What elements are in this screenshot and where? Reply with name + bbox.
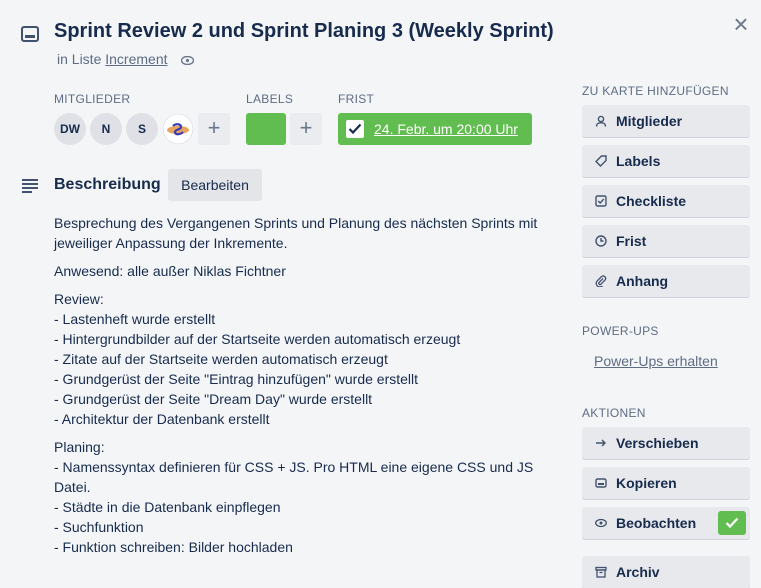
members-button[interactable]: Mitglieder	[582, 105, 750, 137]
list-breadcrumb: in Liste Increment	[57, 51, 195, 68]
description-body[interactable]: Besprechung des Vergangenen Sprints und …	[54, 213, 554, 565]
members-heading: Mitglieder	[54, 92, 131, 106]
due-date-button[interactable]: Frist	[582, 225, 750, 257]
card-title[interactable]: Sprint Review 2 und Sprint Planing 3 (We…	[54, 20, 554, 43]
labels-button[interactable]: Labels	[582, 145, 750, 177]
due-heading: Frist	[338, 92, 375, 106]
checklist-button[interactable]: Checkliste	[582, 185, 750, 217]
labels-heading: Labels	[246, 92, 294, 106]
description-paragraph: Review: - Lastenheft wurde erstellt - Hi…	[54, 291, 461, 427]
archive-button[interactable]: Archiv	[582, 556, 750, 588]
clock-icon	[594, 234, 608, 248]
in-list-prefix: in Liste	[57, 51, 102, 67]
archive-icon	[594, 565, 608, 579]
avatar-logo[interactable]	[162, 113, 194, 145]
watching-check-icon	[718, 511, 746, 535]
card-icon	[594, 476, 608, 490]
due-date-text[interactable]: 24. Febr. um 20:00 Uhr	[374, 121, 518, 137]
actions-heading: Aktionen	[582, 406, 646, 420]
description-paragraph: Anwesend: alle außer Niklas Fichtner	[54, 263, 286, 279]
due-complete-checkbox[interactable]	[346, 120, 364, 138]
watch-button[interactable]: Beobachten	[582, 507, 750, 539]
list-link[interactable]: Increment	[105, 51, 167, 67]
attachment-button[interactable]: Anhang	[582, 265, 750, 297]
add-label-button[interactable]: +	[290, 113, 322, 145]
checklist-icon	[594, 194, 608, 208]
tag-icon	[594, 154, 608, 168]
add-member-button[interactable]: +	[198, 113, 230, 145]
eye-icon	[181, 52, 195, 68]
eye-icon	[594, 516, 608, 530]
power-ups-heading: Power-Ups	[582, 324, 659, 338]
close-icon[interactable]: ×	[729, 11, 753, 37]
due-date-badge[interactable]: 24. Febr. um 20:00 Uhr	[338, 113, 532, 145]
arrow-right-icon	[594, 436, 608, 450]
avatar[interactable]: N	[90, 113, 122, 145]
move-button[interactable]: Verschieben	[582, 427, 750, 459]
description-paragraph: Planing: - Namenssyntax definieren für C…	[54, 439, 534, 555]
card-icon	[21, 26, 39, 42]
green-label[interactable]	[246, 113, 286, 145]
add-to-card-heading: Zu Karte hinzufügen	[582, 84, 729, 98]
description-heading: Beschreibung	[54, 176, 161, 193]
avatar[interactable]: S	[126, 113, 158, 145]
paperclip-icon	[594, 274, 608, 288]
get-power-ups-link[interactable]: Power-Ups erhalten	[594, 353, 718, 369]
edit-description-button[interactable]: Bearbeiten	[168, 169, 262, 201]
person-icon	[594, 114, 608, 128]
description-icon	[21, 177, 39, 193]
copy-button[interactable]: Kopieren	[582, 467, 750, 499]
description-paragraph: Besprechung des Vergangenen Sprints und …	[54, 215, 538, 251]
avatar[interactable]: DW	[54, 113, 86, 145]
